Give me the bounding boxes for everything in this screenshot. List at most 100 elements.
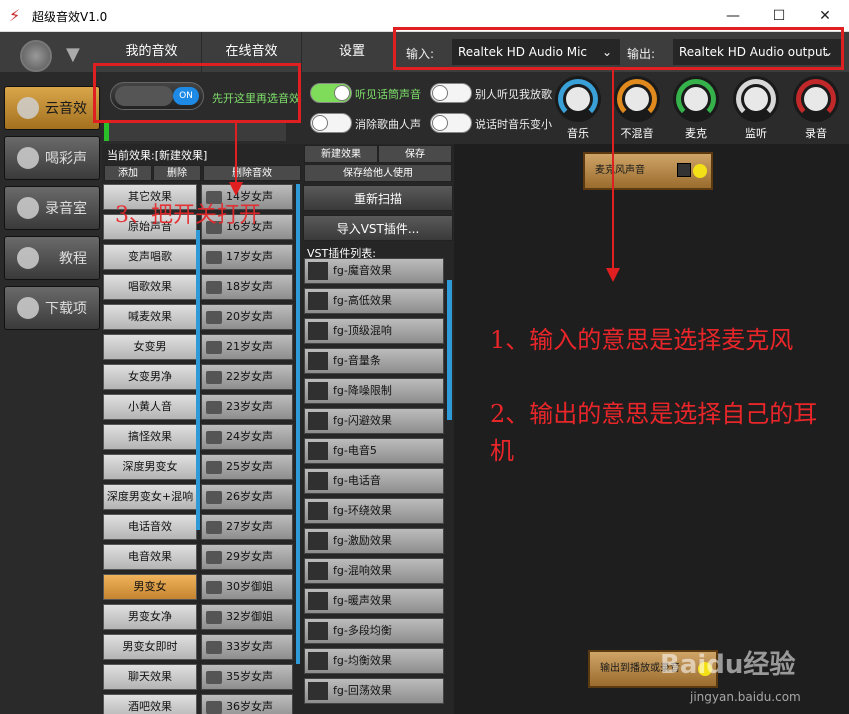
vst-plugin-item[interactable]: fg-闪避效果 xyxy=(304,408,444,434)
plugin-icon xyxy=(308,532,328,550)
category-item[interactable]: 喊麦效果 xyxy=(103,304,197,330)
save-button[interactable]: 保存 xyxy=(378,145,452,163)
vst-plugin-item[interactable]: fg-高低效果 xyxy=(304,288,444,314)
vst-plugin-item[interactable]: fg-均衡效果 xyxy=(304,648,444,674)
plugin-icon xyxy=(308,682,328,700)
knob-label-mic: 麦克 xyxy=(685,127,707,140)
nav-studio[interactable]: 录音室 xyxy=(4,186,100,230)
category-item[interactable]: 电音效果 xyxy=(103,544,197,570)
vst-plugin-item[interactable]: fg-环绕效果 xyxy=(304,498,444,524)
app-window: ⚡ 超级音效V1.0 — ☐ ✕ ▼ 我的音效 在线音效 设置 输入: Real… xyxy=(0,0,849,714)
preset-item[interactable]: 17岁女声 xyxy=(201,244,293,270)
knob-label-record: 录音 xyxy=(805,127,827,140)
toggle-others-hear-music[interactable] xyxy=(430,83,472,103)
menu-dropdown-icon[interactable]: ▼ xyxy=(66,44,80,65)
vst-plugin-item[interactable]: fg-电话音 xyxy=(304,468,444,494)
annotation-box-switch xyxy=(93,63,301,123)
vst-plugin-item[interactable]: fg-回荡效果 xyxy=(304,678,444,704)
share-save-button[interactable]: 保存给他人使用 xyxy=(304,164,452,182)
category-item[interactable]: 男变女净 xyxy=(103,604,197,630)
category-item[interactable]: 男变女 xyxy=(103,574,197,600)
rescan-button[interactable]: 重新扫描 xyxy=(303,185,453,211)
vst-plugin-label: fg-环绕效果 xyxy=(333,504,392,517)
knob-monitor[interactable] xyxy=(733,76,779,122)
preset-item[interactable]: 30岁御姐 xyxy=(201,574,293,600)
vst-plugin-label: fg-多段均衡 xyxy=(333,624,392,637)
vst-plugin-item[interactable]: fg-多段均衡 xyxy=(304,618,444,644)
mic-icon xyxy=(17,197,39,219)
vst-scrollbar[interactable] xyxy=(447,280,452,420)
toggle-hear-mic[interactable] xyxy=(310,83,352,103)
preset-item-label: 24岁女声 xyxy=(226,430,273,443)
preset-item-label: 29岁女声 xyxy=(226,550,273,563)
preset-item[interactable]: 33岁女声 xyxy=(201,634,293,660)
knob-mic[interactable] xyxy=(673,76,719,122)
nav-downloads[interactable]: 下载项 xyxy=(4,286,100,330)
category-item[interactable]: 女变男 xyxy=(103,334,197,360)
add-button[interactable]: 添加 xyxy=(104,165,152,181)
knob-record[interactable] xyxy=(793,76,839,122)
annotation-step3: 3、把开关打开 xyxy=(115,203,261,228)
tab-settings[interactable]: 设置 xyxy=(302,32,402,72)
category-item[interactable]: 深度男变女 xyxy=(103,454,197,480)
book-icon xyxy=(206,401,222,414)
preset-item-label: 36岁女声 xyxy=(226,700,273,713)
vst-plugin-item[interactable]: fg-混响效果 xyxy=(304,558,444,584)
nav-cloud-effects[interactable]: 云音效 xyxy=(4,86,100,130)
plugin-icon xyxy=(308,382,328,400)
category-list: 其它效果 原始声音 变声唱歌 唱歌效果 喊麦效果 女变男 女变男净 小黄人音 搞怪效果 深度男变女… xyxy=(103,184,199,714)
preset-item[interactable]: 25岁女声 xyxy=(201,454,293,480)
toggle-knob xyxy=(432,115,448,131)
category-item[interactable]: 聊天效果 xyxy=(103,664,197,690)
preset-item-label: 26岁女声 xyxy=(226,490,273,503)
preset-item[interactable]: 24岁女声 xyxy=(201,424,293,450)
settings-icon[interactable] xyxy=(677,163,691,177)
preset-scrollbar[interactable] xyxy=(296,184,300,664)
import-vst-button[interactable]: 导入VST插件... xyxy=(303,215,453,241)
delete-button[interactable]: 删除 xyxy=(153,165,201,181)
preset-item[interactable]: 21岁女声 xyxy=(201,334,293,360)
preset-item[interactable]: 20岁女声 xyxy=(201,304,293,330)
toggle-remove-vocals[interactable] xyxy=(310,113,352,133)
knob-no-mix[interactable] xyxy=(614,76,660,122)
category-item[interactable]: 男变女即时 xyxy=(103,634,197,660)
preset-item[interactable]: 22岁女声 xyxy=(201,364,293,390)
vst-plugin-item[interactable]: fg-电音5 xyxy=(304,438,444,464)
vst-plugin-item[interactable]: fg-音量条 xyxy=(304,348,444,374)
category-scrollbar[interactable] xyxy=(196,230,200,530)
category-item[interactable]: 唱歌效果 xyxy=(103,274,197,300)
preset-item[interactable]: 29岁女声 xyxy=(201,544,293,570)
category-item[interactable]: 女变男净 xyxy=(103,364,197,390)
nav-tutorial[interactable]: 教程 xyxy=(4,236,100,280)
preset-item[interactable]: 32岁御姐 xyxy=(201,604,293,630)
preset-item[interactable]: 35岁女声 xyxy=(201,664,293,690)
category-item[interactable]: 小黄人音 xyxy=(103,394,197,420)
category-item[interactable]: 搞怪效果 xyxy=(103,424,197,450)
preset-item[interactable]: 27岁女声 xyxy=(201,514,293,540)
preset-item[interactable]: 23岁女声 xyxy=(201,394,293,420)
vst-plugin-item[interactable]: fg-魔音效果 xyxy=(304,258,444,284)
node-mic[interactable]: 麦克风声音 xyxy=(583,152,713,190)
preset-item[interactable]: 36岁女声 xyxy=(201,694,293,714)
new-effect-button[interactable]: 新建效果 xyxy=(304,145,378,163)
preset-item-label: 27岁女声 xyxy=(226,520,273,533)
vst-plugin-item[interactable]: fg-顶级混响 xyxy=(304,318,444,344)
vst-plugin-item[interactable]: fg-降噪限制 xyxy=(304,378,444,404)
nav-cheers[interactable]: 喝彩声 xyxy=(4,136,100,180)
preset-item-label: 18岁女声 xyxy=(226,280,273,293)
category-item[interactable]: 变声唱歌 xyxy=(103,244,197,270)
toggle-duck-music[interactable] xyxy=(430,113,472,133)
knob-music[interactable] xyxy=(555,76,601,122)
category-item[interactable]: 深度男变女+混响 xyxy=(103,484,197,510)
preset-item[interactable]: 26岁女声 xyxy=(201,484,293,510)
category-item[interactable]: 酒吧效果 xyxy=(103,694,197,714)
preset-item[interactable]: 18岁女声 xyxy=(201,274,293,300)
delete-effect-button[interactable]: 删除音效 xyxy=(203,165,301,181)
preset-item-label: 23岁女声 xyxy=(226,400,273,413)
vst-plugin-item[interactable]: fg-暖声效果 xyxy=(304,588,444,614)
avatar[interactable] xyxy=(20,40,52,72)
node-port-icon[interactable] xyxy=(693,164,707,178)
vst-plugin-item[interactable]: fg-激励效果 xyxy=(304,528,444,554)
preset-list: 14岁女声 16岁女声 17岁女声 18岁女声 20岁女声 21岁女声 22岁女声 23岁女声… xyxy=(201,184,297,714)
category-item[interactable]: 电话音效 xyxy=(103,514,197,540)
